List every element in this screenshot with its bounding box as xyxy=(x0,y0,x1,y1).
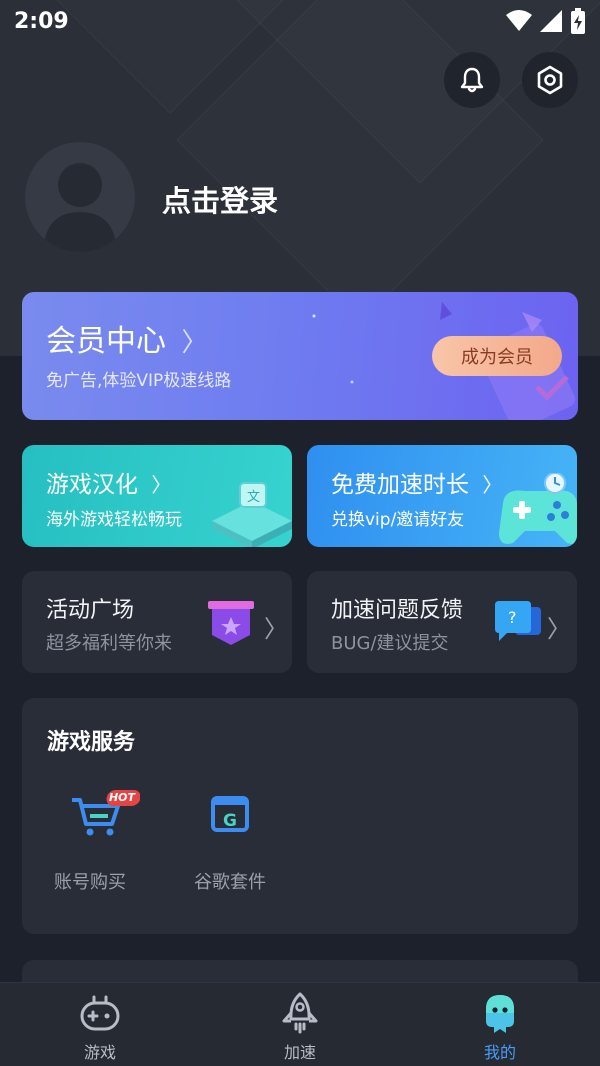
tab-mine[interactable]: 我的 xyxy=(440,983,560,1066)
card-subtitle: 超多福利等你来 xyxy=(46,633,172,654)
chevron-right-icon: 〉 xyxy=(151,473,172,497)
status-time: 2:09 xyxy=(14,8,69,34)
status-bar: 2:09 xyxy=(0,0,600,42)
card-subtitle: 兑换vip/邀请好友 xyxy=(331,510,465,530)
card-title: 免费加速时长 〉 xyxy=(331,472,503,498)
free-boost-card[interactable]: 免费加速时长 〉 兑换vip/邀请好友 xyxy=(307,445,577,547)
star-flag-icon xyxy=(208,601,254,645)
avatar[interactable] xyxy=(25,142,135,252)
card-title: 加速问题反馈 xyxy=(331,598,464,623)
svg-text:G: G xyxy=(223,811,237,831)
tab-label: 游戏 xyxy=(83,1043,116,1062)
game-services-panel: 游戏服务 HOT 账号购买 G 谷歌套件 xyxy=(22,698,578,934)
user-silhouette-icon xyxy=(43,163,117,252)
gamepad-icon xyxy=(80,995,120,1031)
item-label: 账号购买 xyxy=(54,872,126,893)
tab-games[interactable]: 游戏 xyxy=(40,983,160,1066)
feedback-card[interactable]: 加速问题反馈 BUG/建议提交 ? 〉 xyxy=(307,571,577,673)
card-title: 活动广场 xyxy=(46,598,135,623)
settings-button[interactable] xyxy=(522,52,578,108)
mascot-icon xyxy=(486,995,514,1033)
svg-text:文: 文 xyxy=(247,490,260,505)
svg-text:?: ? xyxy=(508,608,517,627)
battery-icon xyxy=(571,8,585,34)
tab-label: 我的 xyxy=(483,1043,516,1062)
translate-box-icon: 文 xyxy=(212,482,292,547)
feedback-chat-icon: ? xyxy=(495,601,541,641)
login-prompt[interactable]: 点击登录 xyxy=(162,178,278,220)
vip-title: 会员中心 〉 xyxy=(46,324,208,359)
notification-button[interactable] xyxy=(444,52,500,108)
signal-icon xyxy=(540,10,562,32)
chevron-right-icon: 〉 xyxy=(181,328,208,358)
tab-label: 加速 xyxy=(283,1043,316,1062)
chevron-right-icon: 〉 xyxy=(264,615,288,643)
gamepad-clock-icon xyxy=(499,473,577,544)
section-title: 游戏服务 xyxy=(47,730,136,755)
item-label: 谷歌套件 xyxy=(194,872,266,893)
card-title: 游戏汉化 〉 xyxy=(46,472,172,498)
hot-badge: HOT xyxy=(108,791,136,804)
tab-boost[interactable]: 加速 xyxy=(240,983,360,1066)
vip-center-card[interactable]: 会员中心 〉 免广告,体验VIP极速线路 成为会员 xyxy=(22,292,578,420)
settings-icon xyxy=(537,65,563,95)
chevron-right-icon: 〉 xyxy=(547,615,571,643)
card-subtitle: BUG/建议提交 xyxy=(331,633,449,654)
game-localization-card[interactable]: 游戏汉化 〉 海外游戏轻松畅玩 文 xyxy=(22,445,292,547)
bottom-tab-bar: 游戏 加速 我的 xyxy=(0,982,600,1066)
card-subtitle: 海外游戏轻松畅玩 xyxy=(46,510,182,530)
activity-square-card[interactable]: 活动广场 超多福利等你来 〉 xyxy=(22,571,292,673)
become-member-button[interactable]: 成为会员 xyxy=(432,336,562,376)
google-suite-icon: G xyxy=(211,796,249,832)
vip-subtitle: 免广告,体验VIP极速线路 xyxy=(46,371,232,391)
wifi-icon xyxy=(506,10,532,31)
rocket-icon xyxy=(282,992,318,1034)
bell-icon xyxy=(460,67,484,93)
